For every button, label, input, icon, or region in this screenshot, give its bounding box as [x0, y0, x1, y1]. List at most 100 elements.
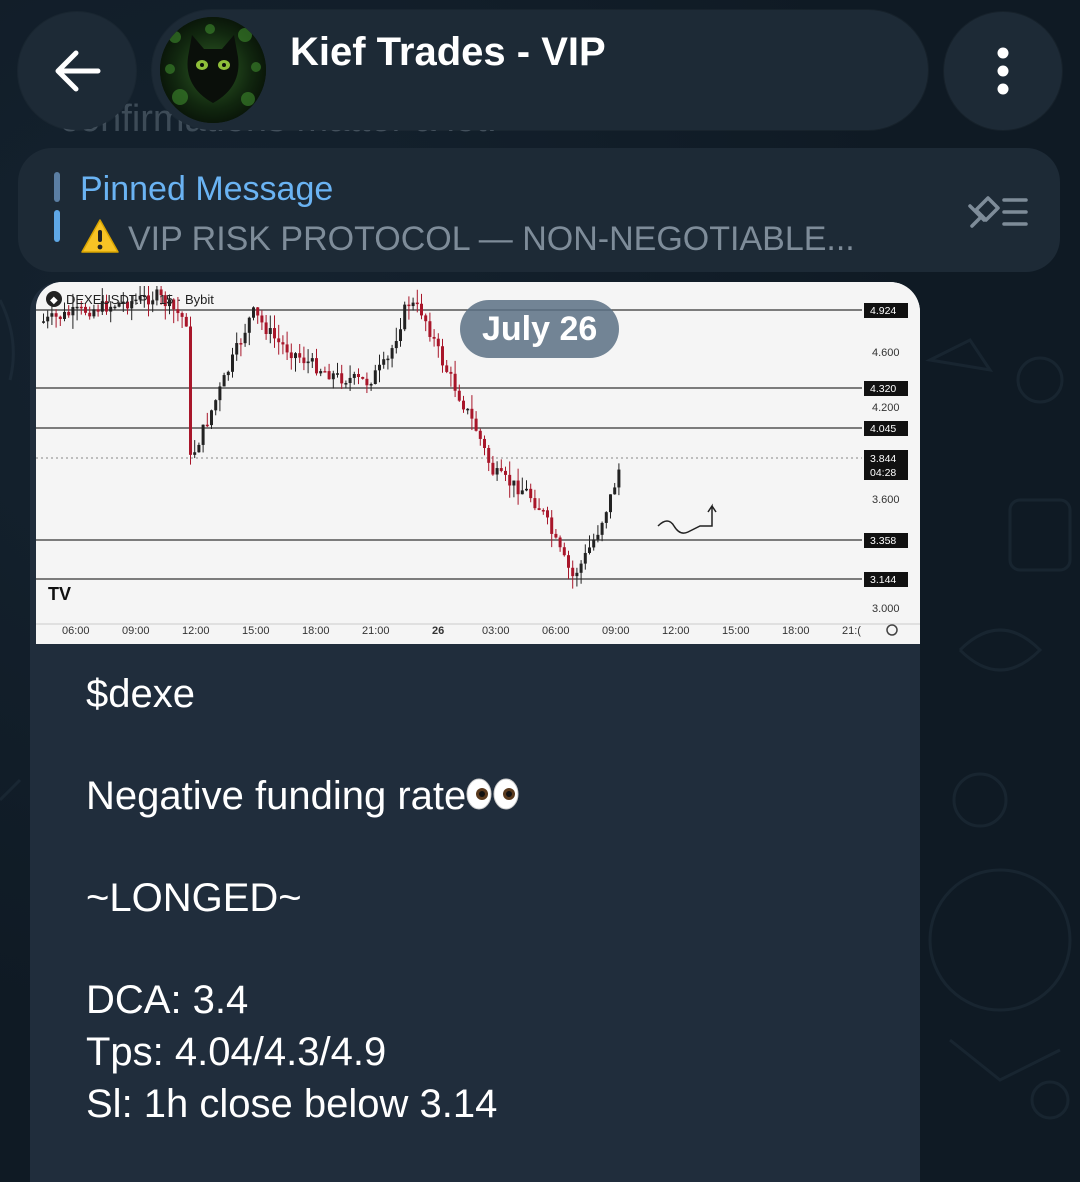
- candle-body: [583, 552, 587, 564]
- candle-body: [382, 359, 386, 365]
- candle-body: [436, 338, 440, 347]
- time-label: 09:00: [122, 625, 150, 637]
- candle-body: [340, 373, 344, 384]
- candle-body: [180, 313, 184, 317]
- candle-body: [201, 424, 205, 445]
- pinned-message-label: Pinned Message: [80, 170, 334, 208]
- level-label: 4.320: [870, 383, 896, 395]
- chat-header[interactable]: Kief Trades - VIP: [152, 10, 928, 130]
- candle-body: [562, 547, 566, 556]
- candle-body: [298, 353, 302, 358]
- candle-body: [520, 490, 524, 495]
- candle-body: [327, 371, 331, 380]
- time-label: 12:00: [662, 625, 690, 637]
- candle-body: [336, 373, 339, 375]
- candle-body: [79, 306, 83, 309]
- candle-body: [58, 316, 62, 319]
- price-label: 3.600: [872, 494, 900, 506]
- candle-body: [453, 373, 457, 391]
- candle-body: [331, 373, 335, 380]
- pinned-message-text: VIP RISK PROTOCOL — NON-NEGOTIABLE...: [128, 220, 855, 258]
- pinned-message-bar[interactable]: Pinned Message VIP RISK PROTOCOL — NON-N…: [18, 148, 1060, 272]
- message-line: DCA: 3.4: [86, 978, 249, 1022]
- pinned-position-indicator: [54, 172, 60, 242]
- candle-body: [462, 400, 465, 410]
- candle-body: [260, 315, 264, 323]
- candle-body: [210, 410, 213, 426]
- more-options-button[interactable]: [944, 12, 1062, 130]
- candle-body: [403, 304, 407, 330]
- candle-body: [420, 303, 423, 316]
- candle-body: [378, 364, 381, 371]
- candle-body: [571, 567, 575, 577]
- price-label: 3.000: [872, 603, 900, 615]
- candle-body: [449, 371, 453, 374]
- chart-screenshot-image[interactable]: ◆ DEXEUSDT.P · 15 · Bybit TV 4.600 4.200…: [36, 282, 920, 644]
- candle-body: [71, 306, 75, 316]
- time-label: 12:00: [182, 625, 210, 637]
- message-line: Sl: 1h close below 3.14: [86, 1082, 498, 1126]
- candle-body: [63, 311, 66, 319]
- time-label: 06:00: [542, 625, 570, 637]
- candle-body: [604, 512, 608, 523]
- candle-body: [96, 309, 100, 312]
- candle-body: [491, 462, 495, 475]
- candle-body: [46, 316, 50, 322]
- candle-body: [365, 378, 369, 386]
- pin-list-icon: [968, 196, 1028, 228]
- candle-body: [344, 383, 348, 385]
- message-line: ~LONGED~: [86, 876, 302, 920]
- candle-body: [193, 452, 197, 455]
- candle-body: [75, 306, 79, 309]
- candle-body: [525, 488, 528, 491]
- time-label: 03:00: [482, 625, 510, 637]
- candle-body: [609, 494, 612, 513]
- level-label: 3.844: [870, 453, 896, 465]
- price-label: 4.600: [872, 347, 900, 359]
- candle-body: [537, 508, 541, 511]
- level-label: 04:28: [870, 467, 896, 479]
- time-label: 15:00: [242, 625, 270, 637]
- candle-body: [504, 470, 507, 475]
- time-label: 26: [432, 625, 444, 637]
- date-chip: July 26: [460, 300, 620, 358]
- time-label: 15:00: [722, 625, 750, 637]
- candle-body: [516, 480, 520, 495]
- candle-body: [546, 510, 549, 518]
- candle-body: [478, 430, 482, 439]
- candle-body: [466, 408, 470, 411]
- price-label: 4.200: [872, 402, 900, 414]
- message-bubble[interactable]: ◆ DEXEUSDT.P · 15 · Bybit TV 4.600 4.200…: [30, 282, 920, 1182]
- candle-body: [407, 304, 411, 307]
- time-label: 09:00: [602, 625, 630, 637]
- candle-body: [264, 322, 268, 335]
- candle-body: [348, 377, 352, 384]
- candle-body: [352, 373, 356, 378]
- candle-body: [273, 328, 276, 339]
- candle-body: [277, 338, 281, 343]
- tradingview-logo: TV: [48, 584, 71, 604]
- candle-body: [214, 400, 218, 411]
- candle-body: [306, 361, 310, 364]
- candle-body: [541, 510, 545, 512]
- candle-body: [184, 316, 188, 327]
- candle-body: [50, 313, 54, 317]
- candle-body: [474, 418, 478, 431]
- cat-avatar-image: [160, 17, 266, 123]
- pinned-list-button[interactable]: [964, 192, 1030, 237]
- level-label: 4.924: [870, 305, 896, 317]
- candle-body: [411, 302, 415, 307]
- level-label: 4.045: [870, 423, 896, 435]
- candle-body: [84, 306, 87, 313]
- channel-avatar[interactable]: [160, 17, 266, 123]
- candle-body: [495, 468, 499, 475]
- candle-body: [579, 563, 583, 573]
- candle-body: [394, 341, 398, 349]
- back-button[interactable]: [18, 12, 136, 130]
- candle-body: [596, 534, 600, 540]
- message-line-text: Negative funding rate: [86, 774, 467, 818]
- candle-body: [247, 317, 251, 333]
- candle-body: [268, 328, 272, 335]
- candle-body: [399, 329, 402, 342]
- time-label: 21:(: [842, 625, 861, 637]
